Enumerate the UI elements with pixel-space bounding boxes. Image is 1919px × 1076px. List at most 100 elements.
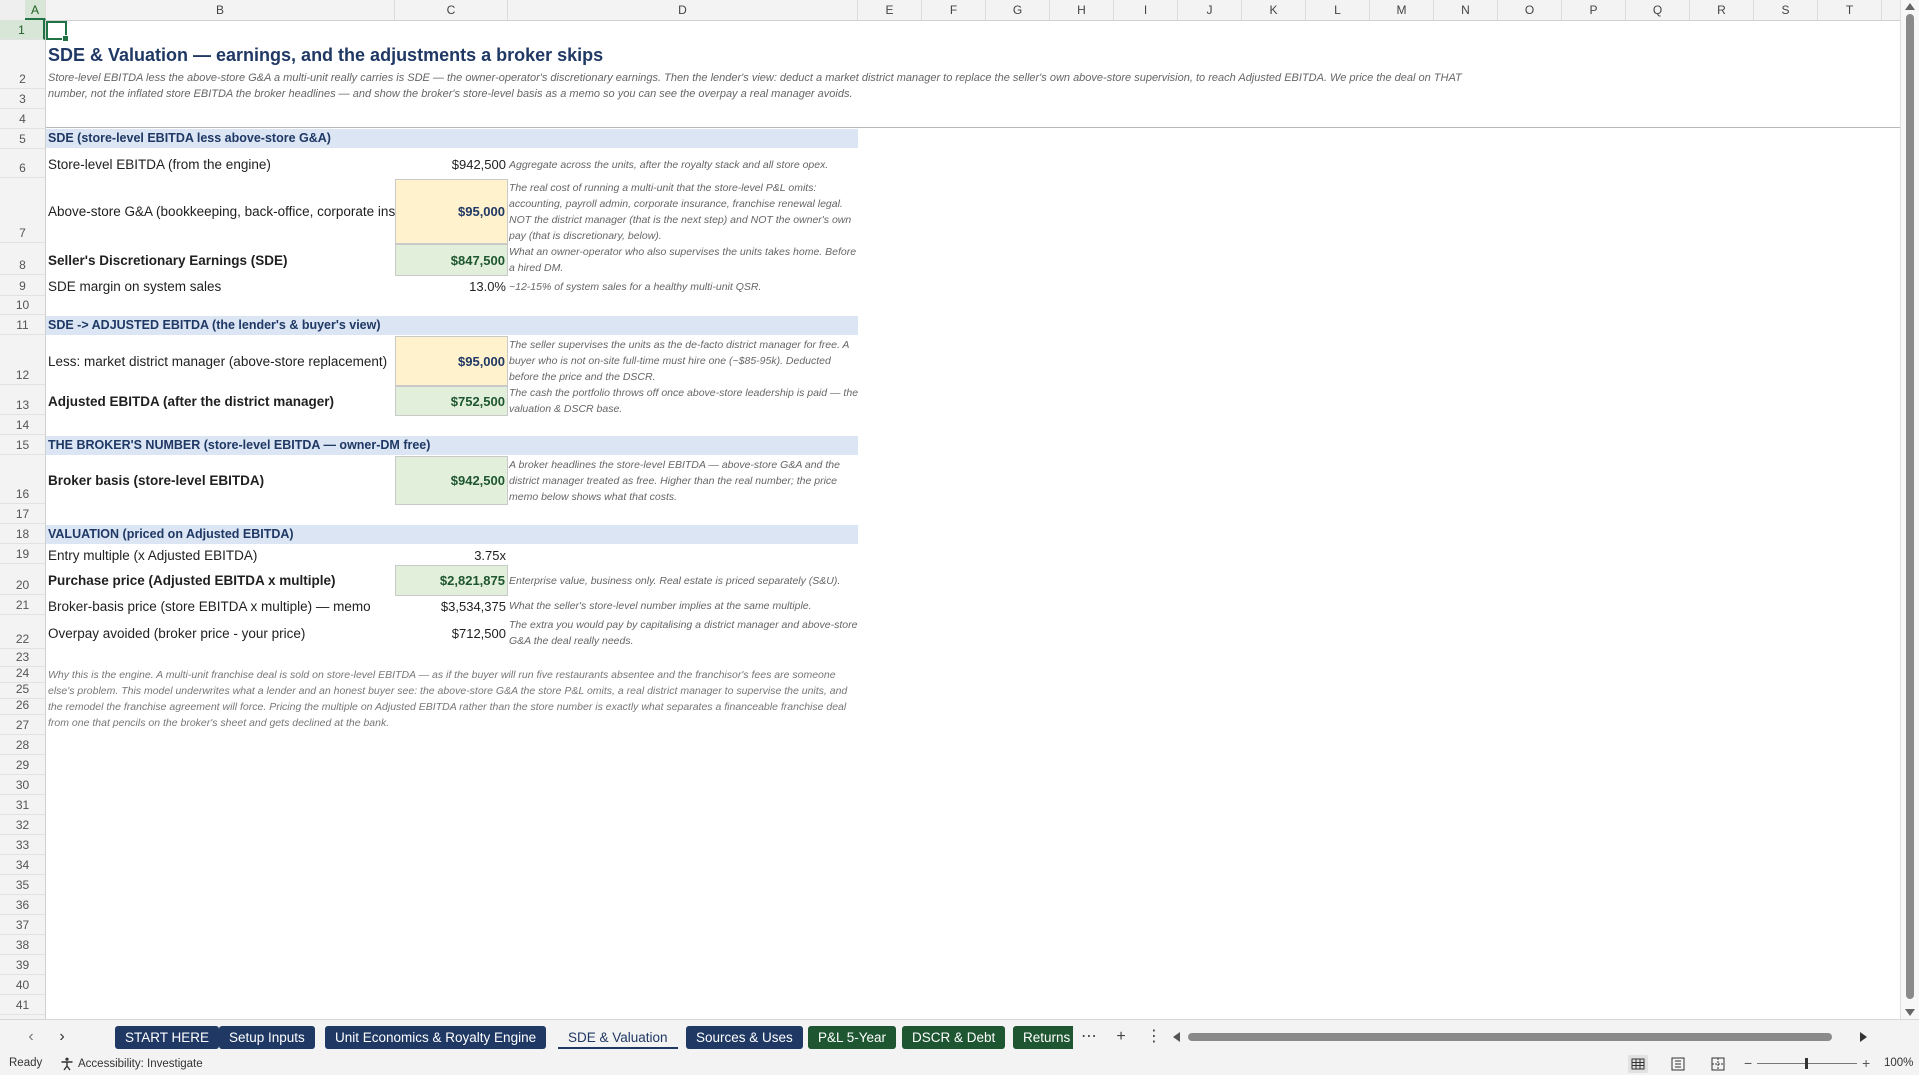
row-header-10[interactable]: 10 [0,296,45,315]
value-overpay[interactable]: $712,500 [395,616,508,650]
row-header-30[interactable]: 30 [0,775,45,795]
row-header-14[interactable]: 14 [0,415,45,435]
input-above-store-ga[interactable]: $95,000 [395,179,508,244]
ellipsis-icon[interactable]: ⋯ [1078,1026,1100,1048]
column-header-s[interactable]: S [1754,0,1818,20]
row-header-36[interactable]: 36 [0,895,45,915]
page-layout-view-icon[interactable] [1668,1055,1688,1073]
accessibility-status[interactable]: Accessibility: Investigate [60,1057,203,1071]
zoom-slider[interactable] [1757,1058,1857,1069]
value-sde[interactable]: $847,500 [395,244,508,276]
zoom-out-icon[interactable]: − [1744,1055,1752,1071]
row-header-15[interactable]: 15 [0,435,45,455]
row-header-37[interactable]: 37 [0,915,45,935]
row-header-28[interactable]: 28 [0,735,45,755]
label-sde-margin[interactable]: SDE margin on system sales [48,276,396,297]
section-adjusted-ebitda[interactable]: SDE -> ADJUSTED EBITDA (the lender's & b… [46,316,858,335]
note-overpay[interactable]: The extra you would pay by capitalising … [509,616,859,650]
column-header-j[interactable]: J [1178,0,1242,20]
note-above-store-ga[interactable]: The real cost of running a multi-unit th… [509,179,859,244]
row-header-5[interactable]: 5 [0,129,45,149]
sheet-subtitle[interactable]: Store-level EBITDA less the above-store … [48,70,1498,102]
row-header-41[interactable]: 41 [0,995,45,1015]
row-header-34[interactable]: 34 [0,855,45,875]
row-header-27[interactable]: 27 [0,715,45,735]
scroll-right-icon[interactable] [1860,1032,1867,1042]
row-header-7[interactable]: 7 [0,178,45,243]
zoom-in-icon[interactable]: + [1862,1055,1870,1071]
row-header-24[interactable]: 24 [0,666,45,683]
column-header-k[interactable]: K [1242,0,1306,20]
column-header-h[interactable]: H [1050,0,1114,20]
note-purchase-price[interactable]: Enterprise value, business only. Real es… [509,565,859,596]
label-adjusted-ebitda[interactable]: Adjusted EBITDA (after the district mana… [48,386,396,416]
row-header-31[interactable]: 31 [0,795,45,815]
note-sde[interactable]: What an owner-operator who also supervis… [509,244,859,276]
zoom-slider-knob[interactable] [1805,1058,1808,1069]
row-header-25[interactable]: 25 [0,682,45,699]
column-header-g[interactable]: G [986,0,1050,20]
next-sheet-icon[interactable]: › [51,1026,73,1048]
row-header-16[interactable]: 16 [0,455,45,504]
column-header-o[interactable]: O [1498,0,1562,20]
label-overpay[interactable]: Overpay avoided (broker price - your pri… [48,616,396,650]
column-header-c[interactable]: C [395,0,508,20]
note-district-manager[interactable]: The seller supervises the units as the d… [509,336,859,386]
tab-sde-valuation[interactable]: SDE & Valuation [558,1026,678,1049]
column-header-n[interactable]: N [1434,0,1498,20]
row-header-38[interactable]: 38 [0,935,45,955]
value-sde-margin[interactable]: 13.0% [395,276,508,297]
page-break-view-icon[interactable] [1708,1055,1728,1073]
row-header-21[interactable]: 21 [0,595,45,615]
label-sde[interactable]: Seller's Discretionary Earnings (SDE) [48,244,396,276]
column-header-r[interactable]: R [1690,0,1754,20]
row-header-9[interactable]: 9 [0,275,45,296]
section-broker[interactable]: THE BROKER'S NUMBER (store-level EBITDA … [46,436,858,455]
row-header-35[interactable]: 35 [0,875,45,895]
label-broker-price[interactable]: Broker-basis price (store EBITDA x multi… [48,596,396,616]
column-header-e[interactable]: E [858,0,922,20]
tab-sources-uses[interactable]: Sources & Uses [686,1026,803,1049]
column-header-a[interactable]: A [25,0,46,20]
vertical-scroll-thumb[interactable] [1906,14,1914,999]
row-header-19[interactable]: 19 [0,544,45,564]
column-header-d[interactable]: D [508,0,858,20]
row-header-3[interactable]: 3 [0,89,45,109]
worksheet-grid[interactable]: SDE & Valuation — earnings, and the adju… [46,21,1900,1019]
scroll-up-icon[interactable] [1905,3,1915,10]
row-header-18[interactable]: 18 [0,524,45,544]
row-header-23[interactable]: 23 [0,649,45,667]
value-store-ebitda[interactable]: $942,500 [395,150,508,179]
row-header-4[interactable]: 4 [0,109,45,129]
note-broker-basis[interactable]: A broker headlines the store-level EBITD… [509,456,859,505]
engine-footnote[interactable]: Why this is the engine. A multi-unit fra… [48,667,853,731]
row-header-12[interactable]: 12 [0,335,45,385]
row-header-13[interactable]: 13 [0,385,45,415]
row-header-8[interactable]: 8 [0,243,45,275]
row-header-32[interactable]: 32 [0,815,45,835]
row-header-2[interactable]: 2 [0,40,45,89]
row-header-22[interactable]: 22 [0,615,45,649]
tab-pl-5-year[interactable]: P&L 5-Year [808,1026,897,1049]
row-header-20[interactable]: 20 [0,564,45,595]
value-entry-multiple[interactable]: 3.75x [395,545,508,565]
column-header-b[interactable]: B [46,0,395,20]
normal-view-icon[interactable] [1628,1055,1648,1073]
zoom-level[interactable]: 100% [1884,1057,1913,1069]
row-header-6[interactable]: 6 [0,149,45,178]
label-store-ebitda[interactable]: Store-level EBITDA (from the engine) [48,150,396,179]
note-broker-price[interactable]: What the seller's store-level number imp… [509,596,859,616]
vertical-scrollbar[interactable] [1900,0,1919,1019]
tab-unit-economics[interactable]: Unit Economics & Royalty Engine [325,1026,547,1049]
horizontal-scrollbar[interactable] [1170,1029,1870,1045]
scroll-left-icon[interactable] [1173,1032,1180,1042]
value-broker-price[interactable]: $3,534,375 [395,596,508,616]
row-header-33[interactable]: 33 [0,835,45,855]
row-header-17[interactable]: 17 [0,504,45,524]
plus-icon[interactable]: + [1110,1026,1132,1048]
vertical-ellipsis-icon[interactable]: ⋮ [1143,1026,1165,1048]
section-valuation[interactable]: VALUATION (priced on Adjusted EBITDA) [46,525,858,544]
value-purchase-price[interactable]: $2,821,875 [395,565,508,596]
column-header-q[interactable]: Q [1626,0,1690,20]
input-district-manager[interactable]: $95,000 [395,336,508,386]
